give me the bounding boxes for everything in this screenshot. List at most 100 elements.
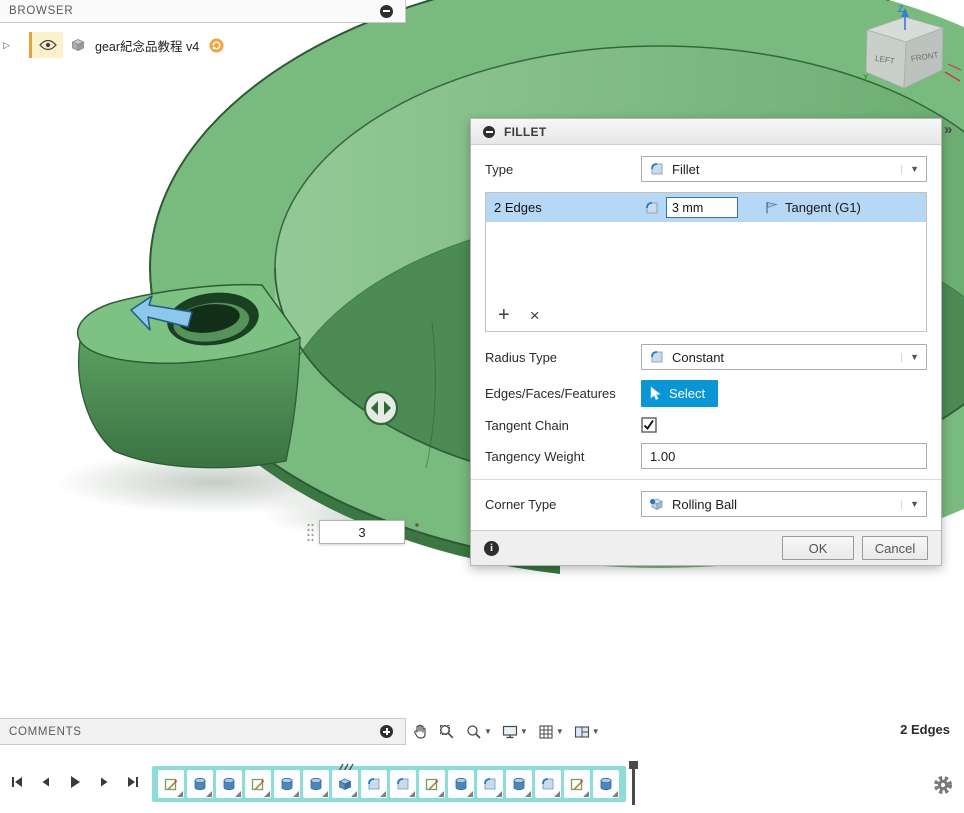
timeline-feature-fillet[interactable] xyxy=(390,770,416,798)
grid-snap-button[interactable]: ▼ xyxy=(534,721,567,743)
timeline-track[interactable] xyxy=(152,766,626,802)
timeline-feature-fillet[interactable] xyxy=(535,770,561,798)
type-dropdown[interactable]: Fillet ▼ xyxy=(641,156,927,182)
timeline-go-end-button[interactable] xyxy=(124,773,142,791)
timeline-feature-box[interactable] xyxy=(332,770,358,798)
fillet-type-icon xyxy=(649,161,665,177)
cancel-button[interactable]: Cancel xyxy=(862,536,928,560)
comments-panel-header[interactable]: COMMENTS xyxy=(0,718,406,745)
chevron-down-icon: ▼ xyxy=(901,165,919,174)
cursor-icon xyxy=(649,386,662,401)
radius-type-dropdown[interactable]: Constant ▼ xyxy=(641,344,927,370)
timeline-feature-sketch[interactable] xyxy=(419,770,445,798)
fillet-radius-icon xyxy=(644,200,660,216)
timeline-feature-sketch[interactable] xyxy=(245,770,271,798)
add-comment-button[interactable] xyxy=(380,725,393,738)
select-button-label: Select xyxy=(669,386,705,401)
chevron-down-icon: ▼ xyxy=(520,727,528,736)
constant-radius-icon xyxy=(649,349,665,365)
timeline-feature-sketch[interactable] xyxy=(564,770,590,798)
ok-button[interactable]: OK xyxy=(782,536,854,560)
type-value: Fillet xyxy=(672,162,699,177)
type-row: Type Fillet ▼ xyxy=(485,156,927,182)
timeline-feature-extrude[interactable] xyxy=(187,770,213,798)
visibility-toggle[interactable] xyxy=(29,32,63,58)
timeline-feature-extrude[interactable] xyxy=(593,770,619,798)
timeline-go-start-button[interactable] xyxy=(8,773,26,791)
edge-set-row[interactable]: 2 Edges Tangent (G1) xyxy=(486,193,926,222)
dimension-input-group xyxy=(306,520,420,544)
display-monitor-icon xyxy=(501,723,519,741)
timeline-settings-gear-icon[interactable] xyxy=(932,774,954,796)
browser-collapse-button[interactable] xyxy=(380,5,393,18)
corner-type-row: Corner Type Rolling Ball ▼ xyxy=(485,491,927,517)
dialog-title: FILLET xyxy=(504,125,546,139)
fillet-drag-handle[interactable] xyxy=(365,392,397,424)
viewcube-y-axis-label: Y xyxy=(863,73,869,82)
tangent-chain-checkbox[interactable] xyxy=(641,417,657,433)
pan-hand-icon xyxy=(411,723,429,741)
edge-set-count: 2 Edges xyxy=(494,200,644,215)
pan-button[interactable] xyxy=(408,721,432,743)
add-edge-set-button[interactable]: + xyxy=(498,305,510,325)
timeline-feature-fillet[interactable] xyxy=(477,770,503,798)
timeline-feature-sketch[interactable] xyxy=(158,770,184,798)
corner-type-label: Corner Type xyxy=(485,497,641,512)
timeline-bar xyxy=(0,760,964,813)
continuity-value[interactable]: Tangent (G1) xyxy=(785,200,861,215)
fillet-dialog-header[interactable]: FILLET xyxy=(471,119,941,145)
fusion-window: LEFT FRONT Z Y BROWSER ▷ gear紀念品教程 v4 xyxy=(0,0,964,813)
timeline-feature-extrude[interactable] xyxy=(216,770,242,798)
viewport-layout-icon xyxy=(573,723,591,741)
remove-edge-set-button[interactable]: × xyxy=(530,307,540,324)
continuity-flag-icon xyxy=(764,200,779,215)
timeline-feature-fillet[interactable] xyxy=(361,770,387,798)
browser-expand-arrow-icon[interactable]: ▷ xyxy=(3,40,15,51)
radius-type-row: Radius Type Constant ▼ xyxy=(485,344,927,370)
viewport-layout-button[interactable]: ▼ xyxy=(570,721,603,743)
edge-set-radius-input[interactable] xyxy=(666,197,738,218)
timeline-feature-extrude[interactable] xyxy=(506,770,532,798)
timeline-position-marker[interactable] xyxy=(629,761,639,805)
timeline-play-button[interactable] xyxy=(66,773,84,791)
fillet-dialog: FILLET Type Fillet ▼ 2 Edges xyxy=(470,118,942,566)
dimension-drag-handle[interactable] xyxy=(306,522,315,543)
timeline-step-back-button[interactable] xyxy=(37,773,55,791)
chevron-down-icon: ▼ xyxy=(556,727,564,736)
timeline-feature-extrude[interactable] xyxy=(274,770,300,798)
display-settings-button[interactable]: ▼ xyxy=(498,721,531,743)
timeline-step-forward-button[interactable] xyxy=(95,773,113,791)
chevron-down-icon: ▼ xyxy=(592,727,600,736)
browser-item-row[interactable]: ▷ gear紀念品教程 v4 xyxy=(0,31,224,59)
edge-set-list[interactable]: 2 Edges Tangent (G1) + xyxy=(485,192,927,332)
edges-label: Edges/Faces/Features xyxy=(485,386,641,401)
chevron-down-icon: ▼ xyxy=(901,353,919,362)
tangency-weight-label: Tangency Weight xyxy=(485,449,641,464)
timeline-playback-controls xyxy=(8,773,142,791)
zoom-button[interactable]: ▼ xyxy=(462,721,495,743)
document-name[interactable]: gear紀念品教程 v4 xyxy=(95,36,199,55)
chevron-down-icon: ▼ xyxy=(901,500,919,509)
radius-type-value: Constant xyxy=(672,350,724,365)
select-edges-button[interactable]: Select xyxy=(641,380,718,407)
dialog-collapse-icon[interactable] xyxy=(483,126,495,138)
info-icon[interactable]: i xyxy=(484,541,499,556)
zoom-fit-icon xyxy=(438,723,456,741)
comments-panel-title: COMMENTS xyxy=(9,726,82,738)
browser-panel-header[interactable]: BROWSER xyxy=(0,0,406,23)
tangency-weight-input[interactable] xyxy=(641,443,927,469)
type-label: Type xyxy=(485,162,641,177)
view-cube[interactable]: LEFT FRONT Z Y xyxy=(855,0,964,115)
dimension-options-icon[interactable] xyxy=(414,521,420,543)
expand-panel-chevrons[interactable]: » xyxy=(944,121,951,138)
eye-icon xyxy=(39,39,57,51)
zoom-fit-button[interactable] xyxy=(435,721,459,743)
dialog-divider xyxy=(471,479,941,480)
timeline-feature-extrude[interactable] xyxy=(448,770,474,798)
corner-type-dropdown[interactable]: Rolling Ball ▼ xyxy=(641,491,927,517)
component-icon xyxy=(70,37,86,53)
zoom-icon xyxy=(465,723,483,741)
chevron-down-icon: ▼ xyxy=(484,727,492,736)
timeline-feature-extrude[interactable] xyxy=(303,770,329,798)
fillet-radius-dimension-input[interactable] xyxy=(319,520,405,544)
